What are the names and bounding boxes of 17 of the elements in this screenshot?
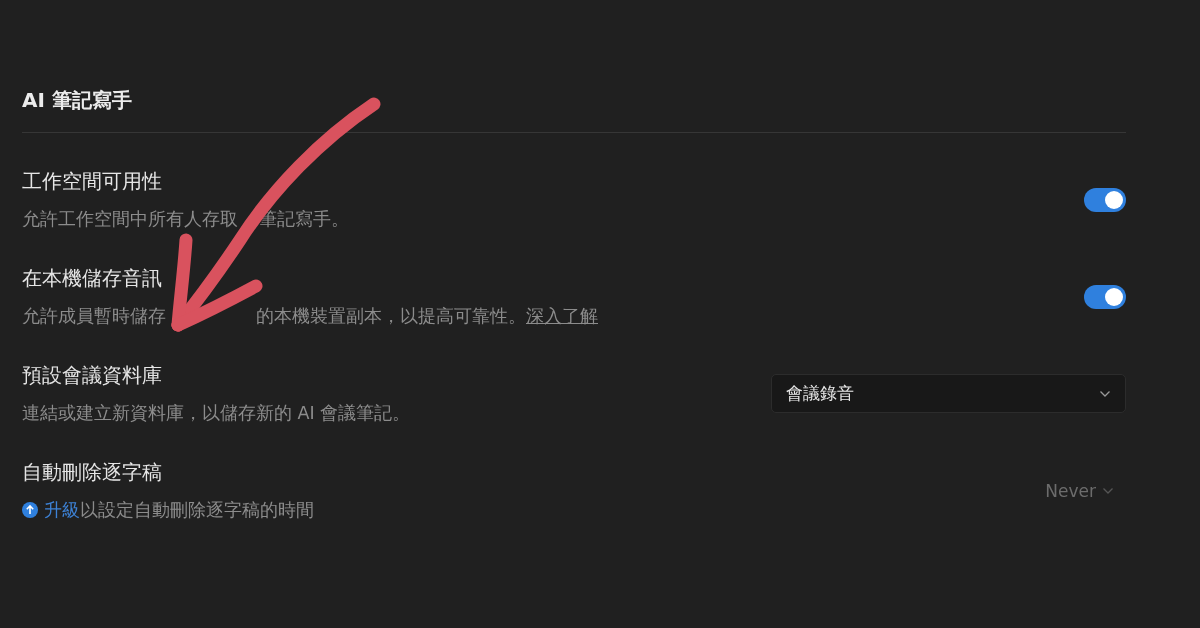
setting-label: 工作空間可用性	[22, 169, 163, 195]
learn-more-link[interactable]: 深入了解	[526, 304, 598, 328]
toggle-switch[interactable]	[1084, 284, 1126, 309]
dropdown-select[interactable]: 會議錄音	[771, 374, 1126, 413]
section-title: AI 筆記寫手	[22, 84, 1126, 133]
upgrade-icon	[22, 502, 38, 518]
setting-description: 允許工作空間中所有人存取	[22, 208, 238, 231]
setting-description: 允許成員暫時儲存	[22, 305, 166, 328]
chevron-down-icon	[1102, 486, 1114, 495]
toggle-switch[interactable]	[1084, 187, 1126, 212]
setting-description: 以設定自動刪除逐字稿的時間	[80, 499, 314, 522]
setting-description: 的本機裝置副本，以提高可靠性。	[256, 305, 526, 328]
setting-label: 預設會議資料庫	[22, 363, 163, 389]
chevron-down-icon	[1099, 389, 1111, 398]
setting-label: 自動刪除逐字稿	[22, 460, 163, 486]
setting-label: 在本機儲存音訊	[22, 266, 163, 292]
setting-description: 連結或建立新資料庫，以儲存新的 AI 會議筆記。	[22, 402, 411, 425]
